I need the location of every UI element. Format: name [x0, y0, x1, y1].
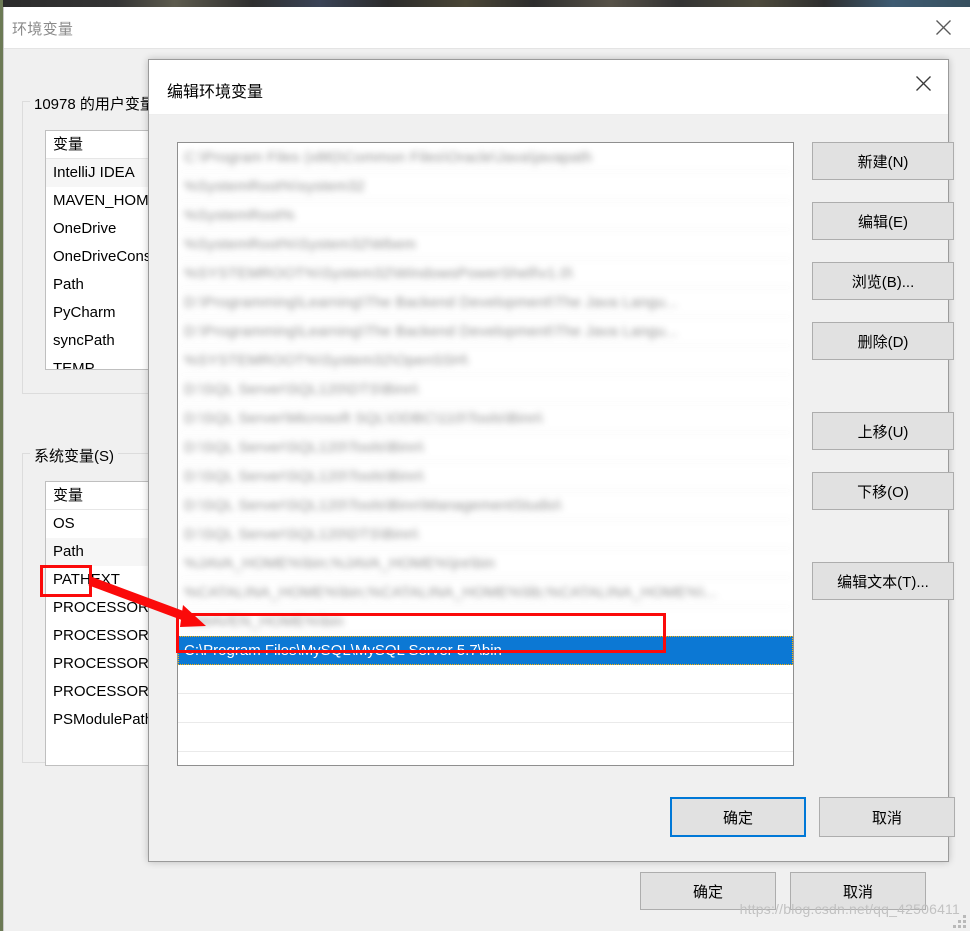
edit-dialog-ok-button[interactable]: 确定 [670, 797, 806, 837]
edit-dialog-titlebar: 编辑环境变量 [149, 60, 948, 115]
path-entry[interactable]: D:\SQL Server\SQL120\DTS\Binn\ [178, 375, 793, 404]
outer-titlebar: 环境变量 [4, 7, 970, 48]
desktop-background-strip [0, 0, 970, 7]
path-entry-empty[interactable] [178, 752, 793, 765]
watermark-text: https://blog.csdn.net/qq_42506411 [739, 901, 960, 917]
new-button[interactable]: 新建(N) [812, 142, 954, 180]
screen-root: 环境变量 10978 的用户变量(U) 变量 IntelliJ IDEA MAV… [0, 0, 970, 931]
path-entry-empty[interactable] [178, 723, 793, 752]
move-down-button[interactable]: 下移(O) [812, 472, 954, 510]
path-entry[interactable]: %SystemRoot% [178, 201, 793, 230]
path-entry[interactable]: D:\Programming\Learning\The Backend Deve… [178, 317, 793, 346]
path-entry[interactable]: %SYSTEMROOT%\System32\WindowsPowerShell\… [178, 259, 793, 288]
browse-button[interactable]: 浏览(B)... [812, 262, 954, 300]
path-entry[interactable]: D:\SQL Server\SQL120\Tools\Binn\ [178, 462, 793, 491]
close-icon [915, 75, 931, 91]
edit-text-button[interactable]: 编辑文本(T)... [812, 562, 954, 600]
path-entries-list[interactable]: C:\Program Files (x86)\Common Files\Orac… [177, 142, 794, 766]
move-up-button[interactable]: 上移(U) [812, 412, 954, 450]
system-variables-group-label: 系统变量(S) [30, 445, 118, 466]
path-entry[interactable]: D:\SQL Server\SQL120\Tools\Binn\ [178, 433, 793, 462]
edit-environment-variable-dialog: 编辑环境变量 C:\Program Files (x86)\Common Fil… [148, 59, 955, 862]
resize-grip-icon[interactable] [953, 915, 967, 928]
outer-window-title: 环境变量 [12, 21, 74, 38]
outer-close-button[interactable] [920, 7, 966, 47]
path-entry[interactable]: %SystemRoot%\system32 [178, 172, 793, 201]
path-entry[interactable]: %JAVA_HOME%\bin;%JAVA_HOME%\jre\bin [178, 549, 793, 578]
path-entry[interactable]: %CATALINA_HOME%\bin;%CATALINA_HOME%\lib;… [178, 578, 793, 607]
edit-dialog-close-button[interactable] [900, 61, 946, 105]
path-entry-empty[interactable] [178, 665, 793, 694]
path-entry[interactable]: D:\SQL Server\Microsoft SQL\ODBC\110\Too… [178, 404, 793, 433]
path-entry-selected[interactable]: C:\Program Files\MySQL\MySQL Server 5.7\… [178, 636, 793, 665]
edit-dialog-title: 编辑环境变量 [167, 84, 264, 101]
path-entry[interactable]: %MAVEN_HOME%\bin [178, 607, 793, 636]
edit-dialog-cancel-button[interactable]: 取消 [819, 797, 955, 837]
path-entry[interactable]: D:\SQL Server\SQL120\DTS\Binn\ [178, 520, 793, 549]
path-entry[interactable]: C:\Program Files (x86)\Common Files\Orac… [178, 143, 793, 172]
path-entry[interactable]: %SYSTEMROOT%\System32\OpenSSH\ [178, 346, 793, 375]
close-icon [935, 19, 951, 35]
path-entry[interactable]: D:\SQL Server\SQL120\Tools\Binn\Manageme… [178, 491, 793, 520]
delete-button[interactable]: 删除(D) [812, 322, 954, 360]
path-entry-empty[interactable] [178, 694, 793, 723]
edit-button[interactable]: 编辑(E) [812, 202, 954, 240]
path-entry[interactable]: %SystemRoot%\System32\Wbem [178, 230, 793, 259]
path-entry[interactable]: D:\Programming\Learning\The Backend Deve… [178, 288, 793, 317]
